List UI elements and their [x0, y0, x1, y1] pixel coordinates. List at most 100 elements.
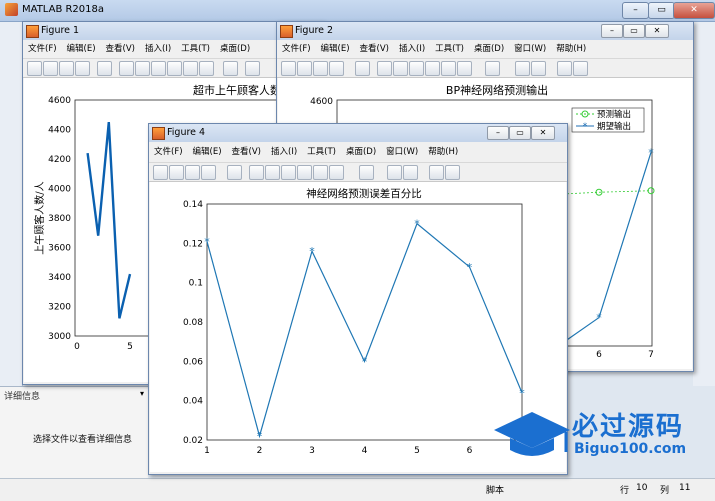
- link-plot-icon[interactable]: [359, 165, 374, 180]
- save-icon[interactable]: [59, 61, 74, 76]
- y-tick-label: 4600: [48, 96, 71, 106]
- menu-desktop[interactable]: 桌面(D): [469, 42, 509, 57]
- main-title-bar: MATLAB R2018a – ▭ ✕: [0, 0, 715, 22]
- fig4-close-button[interactable]: ✕: [531, 126, 555, 140]
- x-tick-labels: 1234567: [204, 446, 525, 456]
- zoom-in-icon[interactable]: [119, 61, 134, 76]
- menu-view[interactable]: 查看(V): [101, 42, 140, 57]
- new-figure-icon[interactable]: [153, 165, 168, 180]
- fig4-maximize-button[interactable]: ▭: [509, 126, 531, 140]
- y-tick-label: 3400: [48, 273, 71, 283]
- hide-plot-tools-icon[interactable]: [557, 61, 572, 76]
- maximize-button[interactable]: ▭: [648, 2, 675, 19]
- zoom-in-icon[interactable]: [377, 61, 392, 76]
- menu-file[interactable]: 文件(F): [23, 42, 62, 57]
- menu-tools[interactable]: 工具(T): [430, 42, 469, 57]
- axes-box: [206, 203, 523, 441]
- save-icon[interactable]: [185, 165, 200, 180]
- fig2-minimize-button[interactable]: –: [601, 24, 623, 38]
- fig2-close-button[interactable]: ✕: [645, 24, 669, 38]
- open-icon[interactable]: [169, 165, 184, 180]
- y-tick-labels: 0.14 0.12 0.1 0.08 0.06 0.04 0.02: [183, 200, 203, 446]
- zoom-out-icon[interactable]: [393, 61, 408, 76]
- menu-insert[interactable]: 插入(I): [140, 42, 176, 57]
- link-plot-icon[interactable]: [485, 61, 500, 76]
- zoom-in-icon[interactable]: [249, 165, 264, 180]
- menu-help[interactable]: 帮助(H): [551, 42, 591, 57]
- menu-edit[interactable]: 编辑(E): [316, 42, 355, 57]
- colorbar-icon[interactable]: [245, 61, 260, 76]
- pan-icon[interactable]: [281, 165, 296, 180]
- hide-plot-tools-icon[interactable]: [429, 165, 444, 180]
- menu-help[interactable]: 帮助(H): [423, 145, 463, 160]
- print-icon[interactable]: [75, 61, 90, 76]
- colorbar-icon[interactable]: [515, 61, 530, 76]
- menu-file[interactable]: 文件(F): [149, 145, 188, 160]
- x-tick-7: 7: [648, 350, 654, 360]
- new-figure-icon[interactable]: [27, 61, 42, 76]
- link-plot-icon[interactable]: [223, 61, 238, 76]
- figure-icon: [280, 25, 293, 38]
- y-tick-label: 3200: [48, 303, 71, 313]
- menu-insert[interactable]: 插入(I): [266, 145, 302, 160]
- rotate-icon[interactable]: [297, 165, 312, 180]
- data-cursor-icon[interactable]: [313, 165, 328, 180]
- menu-window[interactable]: 窗口(W): [509, 42, 551, 57]
- rotate-icon[interactable]: [167, 61, 182, 76]
- data-point-marker: *: [309, 245, 315, 258]
- y-tick-label: 4400: [48, 126, 71, 136]
- brush-icon[interactable]: [329, 165, 344, 180]
- menu-edit[interactable]: 编辑(E): [188, 145, 227, 160]
- menu-view[interactable]: 查看(V): [355, 42, 394, 57]
- select-arrow-icon[interactable]: [355, 61, 370, 76]
- fig2-maximize-button[interactable]: ▭: [623, 24, 645, 38]
- rotate-icon[interactable]: [425, 61, 440, 76]
- zoom-out-icon[interactable]: [265, 165, 280, 180]
- figure-1-title: Figure 1: [41, 25, 80, 36]
- select-arrow-icon[interactable]: [97, 61, 112, 76]
- legend-icon[interactable]: [403, 165, 418, 180]
- details-message: 选择文件以查看详细信息: [33, 435, 133, 445]
- select-arrow-icon[interactable]: [227, 165, 242, 180]
- minimize-button[interactable]: –: [622, 2, 649, 19]
- details-collapse-icon[interactable]: ▾: [140, 389, 144, 398]
- print-icon[interactable]: [329, 61, 344, 76]
- plot-title: 超市上午顾客人数: [193, 83, 281, 97]
- menu-desktop[interactable]: 桌面(D): [341, 145, 381, 160]
- x-tick-label: 5: [414, 446, 420, 456]
- show-plot-tools-icon[interactable]: [573, 61, 588, 76]
- save-icon[interactable]: [313, 61, 328, 76]
- legend-icon[interactable]: [531, 61, 546, 76]
- menu-insert[interactable]: 插入(I): [394, 42, 430, 57]
- pan-icon[interactable]: [151, 61, 166, 76]
- y-axis-label: 上午顾客人数/人: [33, 181, 46, 254]
- brush-icon[interactable]: [457, 61, 472, 76]
- print-icon[interactable]: [201, 165, 216, 180]
- data-point-marker: *: [519, 387, 525, 400]
- menu-view[interactable]: 查看(V): [227, 145, 266, 160]
- y-tick-label: 0.04: [183, 397, 203, 407]
- new-figure-icon[interactable]: [281, 61, 296, 76]
- data-cursor-icon[interactable]: [183, 61, 198, 76]
- menu-tools[interactable]: 工具(T): [302, 145, 341, 160]
- fig4-minimize-button[interactable]: –: [487, 126, 509, 140]
- y-tick-label: 0.14: [183, 200, 203, 210]
- menu-edit[interactable]: 编辑(E): [62, 42, 101, 57]
- zoom-out-icon[interactable]: [135, 61, 150, 76]
- matlab-logo-icon: [5, 3, 18, 16]
- data-point-marker: *: [257, 430, 263, 443]
- menu-tools[interactable]: 工具(T): [176, 42, 215, 57]
- data-cursor-icon[interactable]: [441, 61, 456, 76]
- brush-icon[interactable]: [199, 61, 214, 76]
- pan-icon[interactable]: [409, 61, 424, 76]
- menu-file[interactable]: 文件(F): [277, 42, 316, 57]
- menu-desktop[interactable]: 桌面(D): [215, 42, 255, 57]
- menu-window[interactable]: 窗口(W): [381, 145, 423, 160]
- show-plot-tools-icon[interactable]: [445, 165, 460, 180]
- open-icon[interactable]: [43, 61, 58, 76]
- data-point-marker: *: [362, 355, 368, 368]
- colorbar-icon[interactable]: [387, 165, 402, 180]
- close-button[interactable]: ✕: [673, 2, 715, 19]
- x-tick-0: 0: [74, 342, 80, 352]
- open-icon[interactable]: [297, 61, 312, 76]
